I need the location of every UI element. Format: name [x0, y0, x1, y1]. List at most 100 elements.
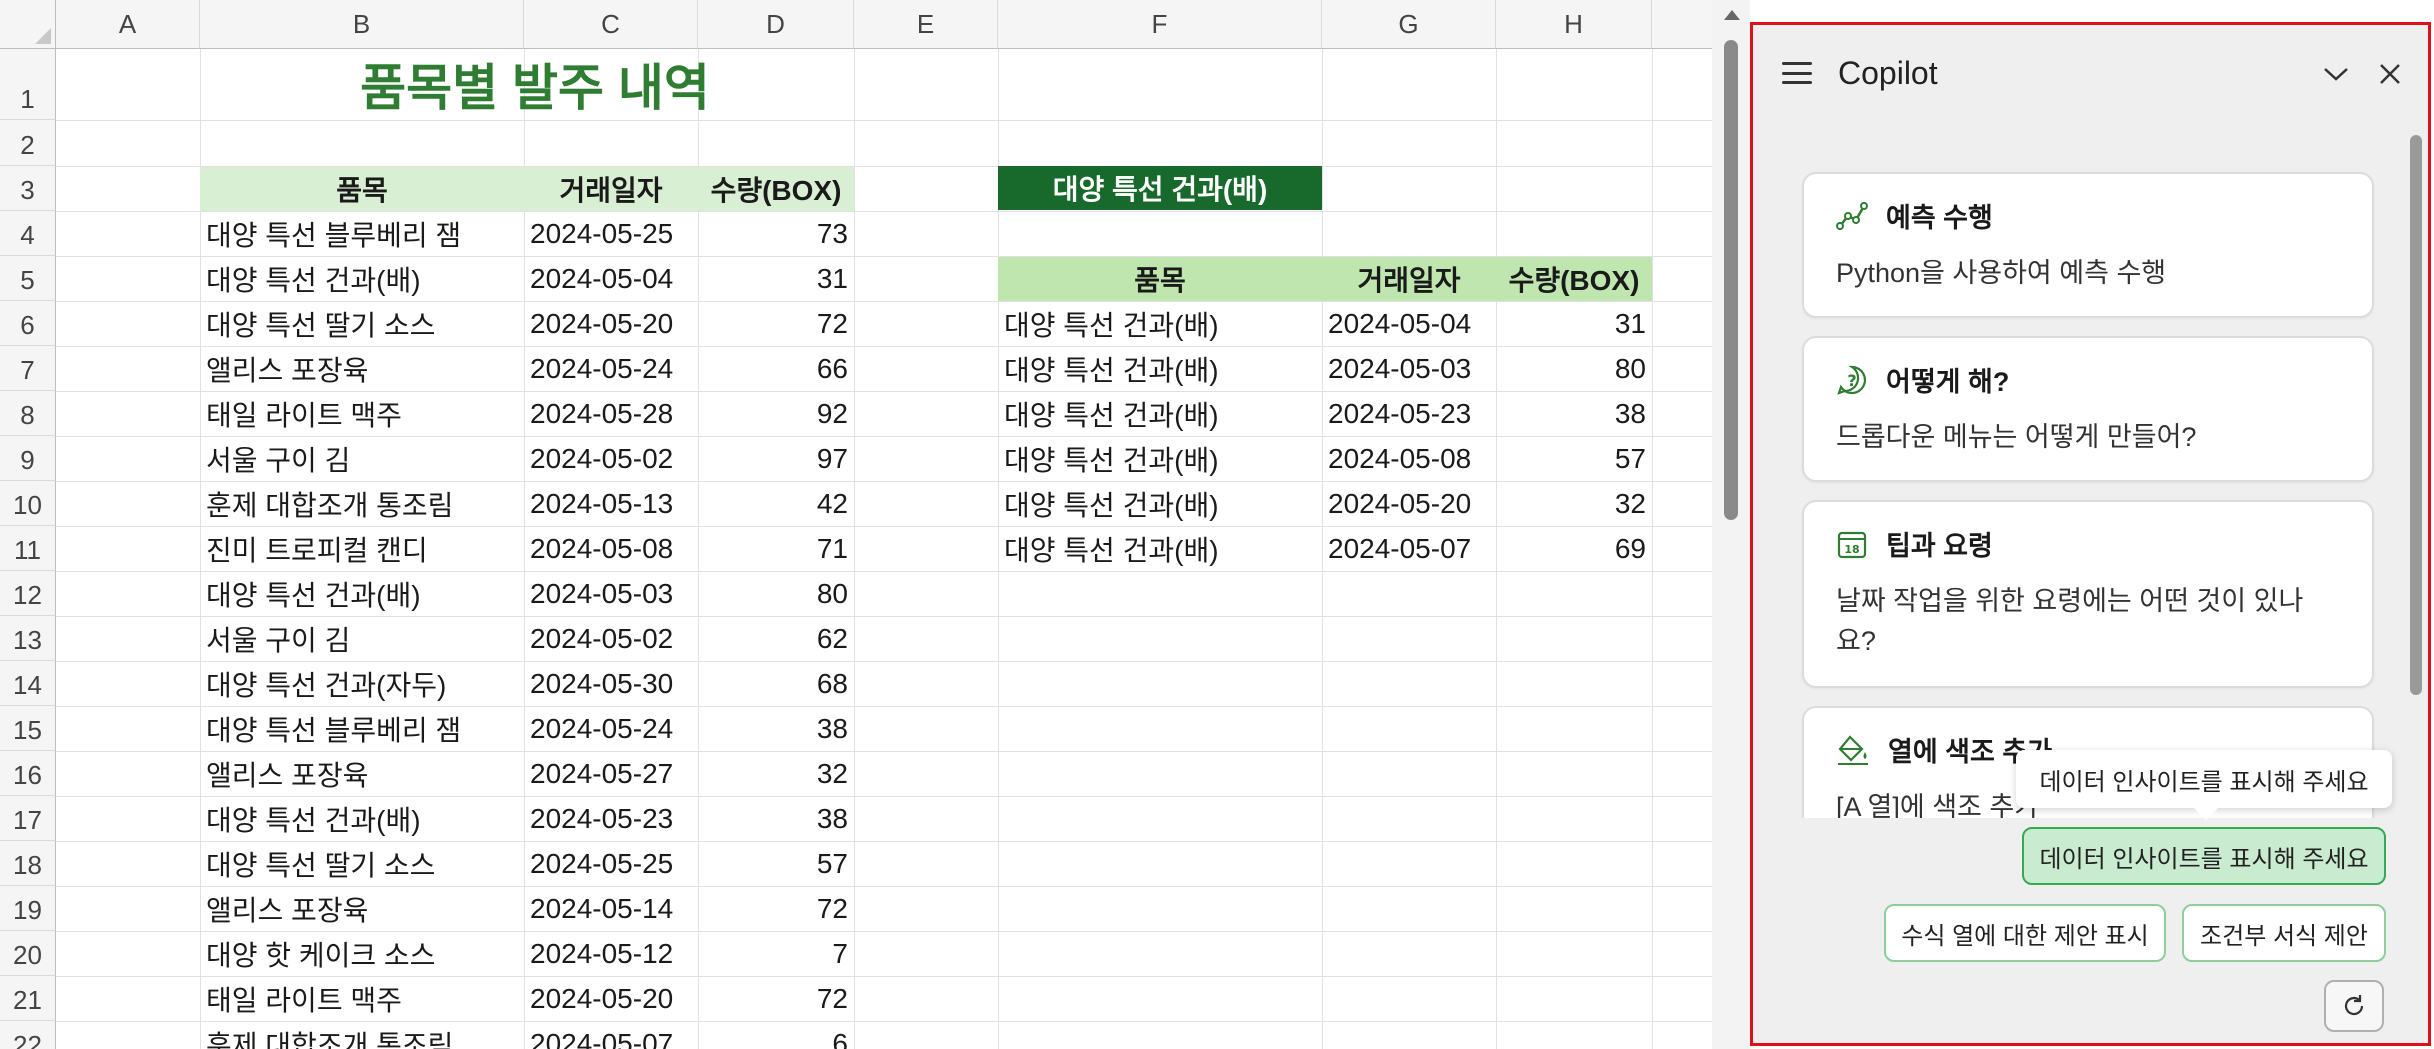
right_table-cell[interactable]: 32 [1496, 481, 1652, 526]
right_table-header-cell[interactable]: 거래일자 [1322, 257, 1496, 301]
suggestion-formula-column-button[interactable]: 수식 열에 대한 제안 표시 [1884, 904, 2166, 962]
right_table-cell[interactable]: 31 [1496, 301, 1652, 346]
left_table-cell[interactable]: 2024-05-30 [524, 661, 698, 706]
row-header-5[interactable]: 5 [0, 256, 56, 301]
left_table-cell[interactable]: 태일 라이트 맥주 [200, 976, 524, 1021]
left_table-cell[interactable]: 2024-05-23 [524, 796, 698, 841]
right_table-cell[interactable]: 2024-05-07 [1322, 526, 1496, 571]
column-header-f[interactable]: F [998, 0, 1322, 49]
left_table-cell[interactable]: 72 [698, 976, 854, 1021]
chevron-down-icon[interactable] [2318, 56, 2354, 92]
right_table-cell[interactable]: 대양 특선 건과(배) [998, 526, 1322, 571]
left_table-cell[interactable]: 2024-05-28 [524, 391, 698, 436]
right_table-cell[interactable]: 대양 특선 건과(배) [998, 346, 1322, 391]
left_table-cell[interactable]: 대양 특선 딸기 소스 [200, 301, 524, 346]
left_table-cell[interactable]: 진미 트로피컬 캔디 [200, 526, 524, 571]
suggestion-card-how-to[interactable]: ? 어떻게 해? 드롭다운 메뉴는 어떻게 만들어? [1802, 336, 2374, 482]
sheet-vertical-scrollbar[interactable] [1712, 0, 1750, 1049]
right_table-header-cell[interactable]: 품목 [998, 257, 1322, 301]
row-header-8[interactable]: 8 [0, 391, 56, 436]
left_table-cell[interactable]: 대양 특선 블루베리 잼 [200, 706, 524, 751]
left_table-cell[interactable]: 7 [698, 931, 854, 976]
row-header-18[interactable]: 18 [0, 841, 56, 886]
right_table-cell[interactable]: 69 [1496, 526, 1652, 571]
left_table-header-cell[interactable]: 수량(BOX) [698, 167, 854, 211]
suggestion-card-forecast[interactable]: 예측 수행 Python을 사용하여 예측 수행 [1802, 172, 2374, 318]
row-header-16[interactable]: 16 [0, 751, 56, 796]
left_table-cell[interactable]: 서울 구이 김 [200, 436, 524, 481]
right_table-cell[interactable]: 2024-05-08 [1322, 436, 1496, 481]
right_table-cell[interactable]: 38 [1496, 391, 1652, 436]
left_table-cell[interactable]: 2024-05-13 [524, 481, 698, 526]
suggestion-data-insights-button[interactable]: 데이터 인사이트를 표시해 주세요 [2022, 827, 2386, 885]
row-header-14[interactable]: 14 [0, 661, 56, 706]
left_table-cell[interactable]: 2024-05-27 [524, 751, 698, 796]
row-header-22[interactable]: 22 [0, 1021, 56, 1049]
spreadsheet-grid[interactable]: A B C D E F G H 1 2 3 4 5 6 7 8 9 10 11 … [0, 0, 1712, 1049]
close-icon[interactable] [2372, 56, 2408, 92]
left_table-cell[interactable]: 38 [698, 706, 854, 751]
row-header-9[interactable]: 9 [0, 436, 56, 481]
row-header-10[interactable]: 10 [0, 481, 56, 526]
right_table-cell[interactable]: 대양 특선 건과(배) [998, 391, 1322, 436]
suggestion-conditional-format-button[interactable]: 조건부 서식 제안 [2182, 904, 2386, 962]
row-header-21[interactable]: 21 [0, 976, 56, 1021]
right_table-cell[interactable]: 대양 특선 건과(배) [998, 481, 1322, 526]
column-header-e[interactable]: E [854, 0, 998, 49]
left_table-cell[interactable]: 2024-05-24 [524, 346, 698, 391]
select-all-corner[interactable] [0, 0, 56, 49]
left_table-header-cell[interactable]: 거래일자 [524, 167, 698, 211]
row-header-17[interactable]: 17 [0, 796, 56, 841]
left_table-cell[interactable]: 2024-05-03 [524, 571, 698, 616]
row-header-20[interactable]: 20 [0, 931, 56, 976]
row-header-2[interactable]: 2 [0, 120, 56, 166]
left_table-cell[interactable]: 앨리스 포장육 [200, 346, 524, 391]
left_table-cell[interactable]: 훈제 대합조개 통조림 [200, 481, 524, 526]
row-header-19[interactable]: 19 [0, 886, 56, 931]
right_table-cell[interactable]: 2024-05-20 [1322, 481, 1496, 526]
column-header-g[interactable]: G [1322, 0, 1496, 49]
left_table-cell[interactable]: 2024-05-07 [524, 1021, 698, 1049]
right_table-cell[interactable]: 80 [1496, 346, 1652, 391]
left_table-cell[interactable]: 앨리스 포장육 [200, 886, 524, 931]
row-header-13[interactable]: 13 [0, 616, 56, 661]
left_table-cell[interactable]: 앨리스 포장육 [200, 751, 524, 796]
scrollbar-thumb[interactable] [1724, 40, 1738, 520]
left_table-cell[interactable]: 2024-05-25 [524, 841, 698, 886]
left_table-cell[interactable]: 2024-05-20 [524, 976, 698, 1021]
left_table-cell[interactable]: 대양 특선 딸기 소스 [200, 841, 524, 886]
right_table-cell[interactable]: 2024-05-04 [1322, 301, 1496, 346]
left_table-cell[interactable]: 6 [698, 1021, 854, 1049]
left_table-cell[interactable]: 훈제 대합조개 통조림 [200, 1021, 524, 1049]
left_table-cell[interactable]: 38 [698, 796, 854, 841]
left_table-cell[interactable]: 대양 특선 블루베리 잼 [200, 211, 524, 256]
left_table-cell[interactable]: 92 [698, 391, 854, 436]
right_table-cell[interactable]: 대양 특선 건과(배) [998, 436, 1322, 481]
left_table-cell[interactable]: 31 [698, 256, 854, 301]
right_table-cell[interactable]: 57 [1496, 436, 1652, 481]
left_table-cell[interactable]: 80 [698, 571, 854, 616]
left_table-cell[interactable]: 42 [698, 481, 854, 526]
left_table-cell[interactable]: 대양 핫 케이크 소스 [200, 931, 524, 976]
left_table-cell[interactable]: 2024-05-25 [524, 211, 698, 256]
column-header-h[interactable]: H [1496, 0, 1652, 49]
row-header-11[interactable]: 11 [0, 526, 56, 571]
left_table-cell[interactable]: 대양 특선 건과(배) [200, 796, 524, 841]
left_table-cell[interactable]: 72 [698, 886, 854, 931]
right_table-cell[interactable]: 2024-05-23 [1322, 391, 1496, 436]
row-header-1[interactable]: 1 [0, 49, 56, 120]
left_table-cell[interactable]: 71 [698, 526, 854, 571]
row-header-6[interactable]: 6 [0, 301, 56, 346]
left_table-cell[interactable]: 57 [698, 841, 854, 886]
row-header-12[interactable]: 12 [0, 571, 56, 616]
row-header-4[interactable]: 4 [0, 211, 56, 256]
right_table-cell[interactable]: 대양 특선 건과(배) [998, 301, 1322, 346]
left_table-cell[interactable]: 68 [698, 661, 854, 706]
column-header-c[interactable]: C [524, 0, 698, 49]
left_table-cell[interactable]: 2024-05-12 [524, 931, 698, 976]
row-header-15[interactable]: 15 [0, 706, 56, 751]
left_table-cell[interactable]: 태일 라이트 맥주 [200, 391, 524, 436]
left_table-cell[interactable]: 2024-05-02 [524, 436, 698, 481]
left_table-cell[interactable]: 대양 특선 건과(배) [200, 571, 524, 616]
left_table-cell[interactable]: 72 [698, 301, 854, 346]
